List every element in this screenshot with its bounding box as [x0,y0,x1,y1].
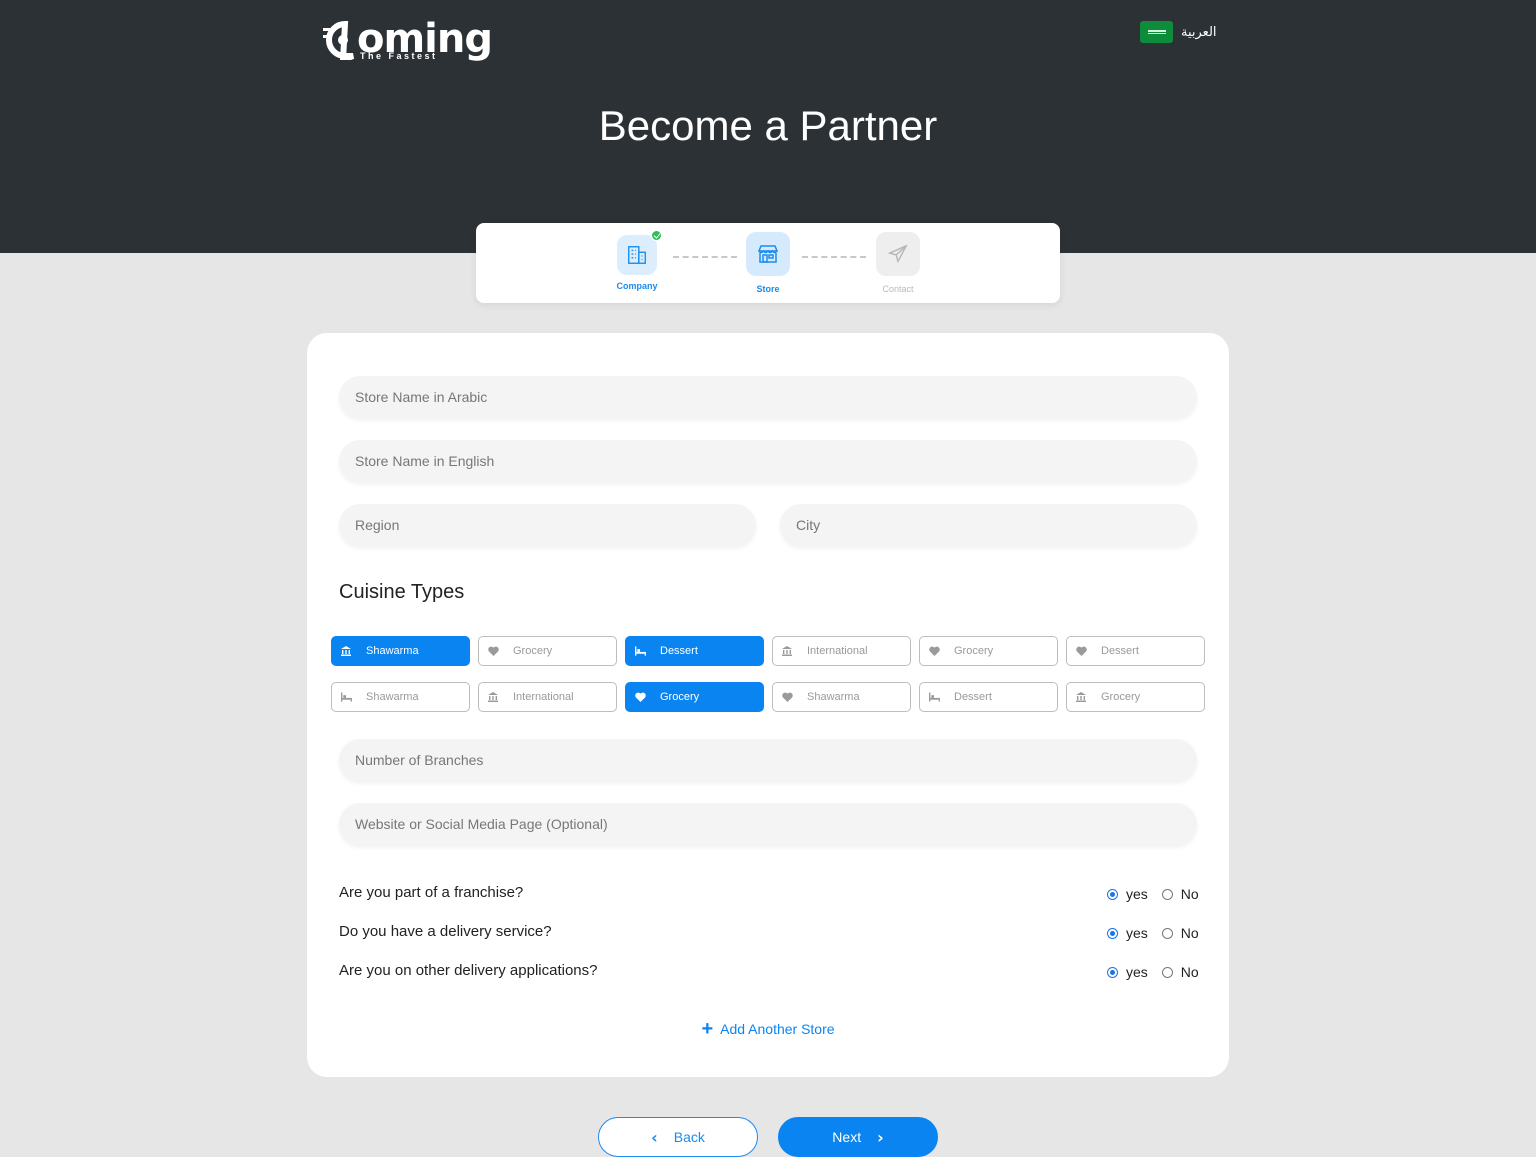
bed-icon [341,692,357,702]
cuisine-chip-label: Dessert [660,645,698,657]
other-apps-no-radio[interactable] [1161,966,1173,978]
step-icon-box [617,230,662,275]
step-contact[interactable]: Contact [868,232,928,294]
heart-icon [929,646,945,656]
franchise-yes-radio[interactable] [1107,888,1118,900]
delivery-service-yes-radio[interactable] [1107,927,1118,939]
step-icon-box [746,232,790,276]
cuisine-chip-label: Shawarma [366,645,419,657]
cuisine-chip-label: Grocery [1101,691,1141,703]
step-company[interactable]: Company [607,230,667,291]
step-label: Company [616,281,658,291]
cuisine-chip-label: Shawarma [807,691,860,703]
cuisine-chip-label: Grocery [513,645,553,657]
heart-icon [1076,646,1092,656]
cuisine-chip-label: Grocery [660,691,700,703]
cuisine-chip[interactable]: Shawarma [331,682,470,712]
next-button[interactable]: Next › [778,1117,938,1157]
page-title: Become a Partner [598,102,938,149]
saudi-flag-icon [1140,21,1173,43]
back-label: Back [673,1129,705,1145]
city-input[interactable] [780,504,1197,546]
cuisine-chip[interactable]: Grocery [478,636,617,666]
step-connector [802,256,866,258]
cuisine-chip[interactable]: Grocery [919,636,1058,666]
building-icon [628,246,646,264]
heart-icon [488,646,504,656]
bank-icon [1076,692,1092,702]
number-of-branches-input[interactable] [339,739,1197,781]
website-input[interactable] [339,803,1197,845]
bank-icon [782,646,798,656]
heart-icon [635,692,651,702]
chevron-left-icon: ‹ [651,1127,658,1147]
bank-icon [341,646,357,656]
cuisine-chip-label: Dessert [954,691,992,703]
cuisine-chip[interactable]: Dessert [625,636,764,666]
back-button[interactable]: ‹ Back [598,1117,758,1157]
step-connector [673,256,737,258]
franchise-question: Are you part of a franchise? [339,884,524,901]
language-switch[interactable]: العربية [1140,21,1217,43]
cuisine-chip[interactable]: Dessert [1066,636,1205,666]
store-form-card: Cuisine Types Shawarma Grocery Dessert I… [307,333,1229,1077]
next-label: Next [832,1129,862,1145]
heart-icon [782,692,798,702]
other-apps-question: Are you on other delivery applications? [339,962,598,979]
cuisine-chip-label: Dessert [1101,645,1139,657]
stepper: Company Store Contact [476,223,1060,303]
bed-icon [635,646,651,656]
cuisine-chip-label: International [513,691,574,703]
cuisine-chip-label: Shawarma [366,691,419,703]
logo[interactable]: oming The Fastest [323,16,493,62]
cuisine-chip-label: International [807,645,868,657]
region-input[interactable] [339,504,756,546]
franchise-no-radio[interactable] [1161,888,1173,900]
store-name-english-input[interactable] [339,440,1197,482]
completed-check-icon [651,230,662,241]
cuisine-chip[interactable]: Grocery [625,682,764,712]
cuisine-chip[interactable]: Shawarma [331,636,470,666]
cuisine-chip[interactable]: Dessert [919,682,1058,712]
radio-label: No [1180,964,1199,980]
logo-tagline: The Fastest [360,51,438,61]
step-label: Store [756,284,780,294]
bed-icon [929,692,945,702]
delivery-service-no-radio[interactable] [1161,927,1173,939]
radio-label: yes [1126,886,1148,902]
step-store[interactable]: Store [738,232,798,294]
plus-icon: + [701,1018,714,1040]
cuisine-chip[interactable]: International [478,682,617,712]
paper-plane-icon [887,244,908,264]
cuisine-chip[interactable]: Shawarma [772,682,911,712]
cuisine-chip[interactable]: Grocery [1066,682,1205,712]
radio-label: No [1180,886,1199,902]
other-apps-radio-group: yes No [1107,964,1213,980]
add-store-label: Add Another Store [720,1021,835,1037]
header: oming The Fastest العربية Become a Partn… [0,0,1536,253]
other-apps-yes-radio[interactable] [1107,966,1118,978]
radio-label: yes [1126,925,1148,941]
store-icon [757,245,779,263]
language-label: العربية [1181,24,1217,40]
cuisine-chip-label: Grocery [954,645,994,657]
franchise-radio-group: yes No [1107,886,1213,902]
radio-label: yes [1126,964,1148,980]
chevron-right-icon: › [877,1127,884,1147]
bank-icon [488,692,504,702]
cuisine-chip[interactable]: International [772,636,911,666]
radio-label: No [1180,925,1199,941]
delivery-service-radio-group: yes No [1107,925,1213,941]
step-icon-box [876,232,920,276]
step-label: Contact [882,284,914,294]
store-name-arabic-input[interactable] [339,376,1197,418]
add-another-store-button[interactable]: + Add Another Store [307,1018,1229,1040]
delivery-service-question: Do you have a delivery service? [339,923,552,940]
cuisine-types-title: Cuisine Types [339,581,465,603]
